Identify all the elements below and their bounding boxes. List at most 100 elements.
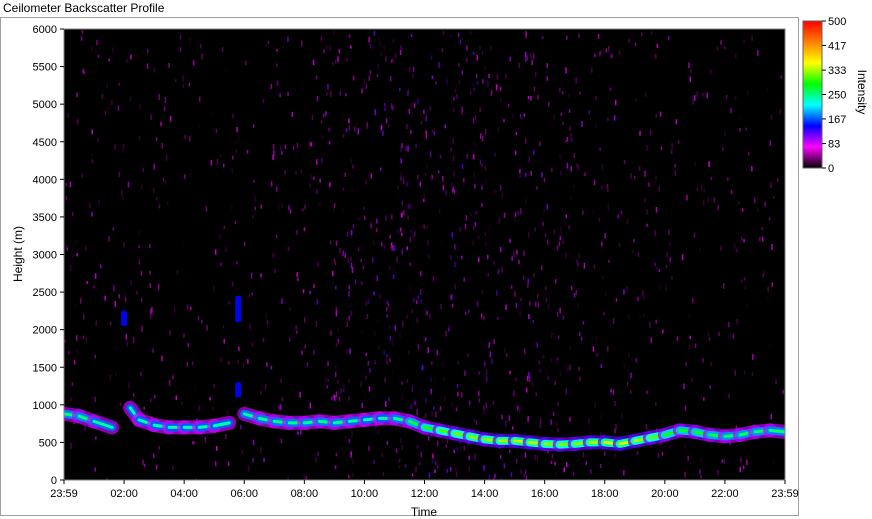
noise-speck — [547, 375, 549, 380]
noise-speck — [665, 252, 667, 257]
noise-speck — [192, 60, 195, 66]
noise-speck — [209, 397, 211, 401]
noise-speck — [765, 214, 768, 218]
noise-speck — [477, 235, 480, 240]
noise-speck — [141, 184, 143, 190]
noise-speck — [551, 168, 553, 172]
noise-speck — [414, 231, 416, 237]
noise-speck — [487, 227, 489, 233]
noise-speck — [588, 419, 590, 425]
noise-speck — [773, 195, 775, 199]
noise-speck — [328, 127, 330, 132]
noise-speck — [138, 135, 141, 141]
noise-speck — [182, 84, 184, 88]
noise-speck — [332, 207, 335, 212]
noise-speck — [717, 205, 719, 211]
noise-speck — [118, 171, 120, 178]
noise-speck — [514, 212, 517, 218]
noise-speck — [779, 108, 782, 115]
noise-speck — [428, 472, 431, 479]
noise-speck — [563, 467, 566, 473]
noise-speck — [481, 313, 483, 318]
noise-speck — [728, 322, 730, 328]
noise-speck — [437, 464, 439, 469]
noise-speck — [608, 318, 611, 324]
noise-speck — [665, 284, 667, 291]
noise-speck — [527, 95, 530, 100]
noise-speck — [149, 270, 151, 275]
noise-speck — [565, 388, 568, 395]
noise-speck — [386, 440, 389, 445]
noise-speck — [701, 312, 703, 316]
noise-speck — [352, 224, 355, 229]
noise-speck — [240, 424, 242, 430]
noise-speck — [415, 144, 417, 148]
noise-speck — [438, 62, 440, 68]
noise-speck — [545, 69, 548, 75]
noise-speck — [262, 338, 265, 342]
noise-speck — [524, 351, 526, 356]
noise-speck — [406, 314, 408, 320]
noise-speck — [265, 44, 267, 49]
noise-speck — [562, 315, 565, 320]
noise-speck — [593, 180, 596, 186]
noise-speck — [649, 129, 652, 136]
noise-speck — [400, 146, 403, 153]
noise-speck — [82, 335, 85, 340]
noise-speck — [604, 451, 606, 457]
noise-speck — [492, 74, 494, 79]
noise-speck — [361, 329, 364, 333]
noise-speck — [483, 405, 485, 410]
noise-speck — [639, 60, 641, 65]
noise-speck — [582, 451, 585, 458]
noise-speck — [741, 208, 744, 212]
noise-speck — [621, 413, 623, 419]
noise-speck — [83, 314, 85, 320]
noise-speck — [658, 283, 661, 290]
noise-speck — [533, 273, 535, 278]
noise-speck — [494, 473, 496, 479]
noise-speck — [320, 158, 323, 163]
noise-speck — [337, 338, 340, 344]
noise-speck — [219, 153, 222, 158]
noise-speck — [342, 250, 344, 256]
noise-speck — [114, 301, 117, 307]
noise-speck — [374, 360, 376, 365]
noise-speck — [352, 164, 354, 169]
noise-speck — [400, 171, 402, 177]
noise-speck — [373, 30, 376, 36]
noise-speck — [122, 143, 125, 149]
noise-speck — [391, 214, 393, 220]
noise-speck — [639, 130, 641, 136]
noise-speck — [474, 222, 477, 227]
noise-speck — [709, 69, 712, 75]
noise-speck — [541, 35, 544, 40]
noise-speck — [168, 380, 171, 386]
noise-speck — [386, 307, 388, 311]
noise-speck — [525, 475, 528, 480]
noise-speck — [311, 115, 314, 121]
noise-speck — [478, 390, 480, 396]
noise-speck — [436, 349, 439, 356]
noise-speck — [585, 461, 587, 465]
noise-speck — [552, 412, 555, 417]
noise-speck — [223, 339, 225, 344]
noise-speck — [372, 45, 374, 51]
noise-speck — [461, 163, 464, 170]
noise-speck — [406, 181, 409, 187]
noise-speck — [279, 93, 281, 97]
noise-speck — [319, 201, 321, 206]
noise-speck — [179, 47, 182, 52]
noise-speck — [559, 376, 562, 380]
noise-speck — [386, 314, 388, 318]
noise-speck — [441, 361, 443, 367]
noise-speck — [523, 473, 525, 478]
noise-speck — [481, 203, 483, 208]
noise-speck — [722, 147, 724, 152]
noise-speck — [400, 438, 402, 443]
noise-speck — [525, 31, 527, 36]
noise-speck — [206, 324, 208, 331]
noise-speck — [276, 48, 278, 52]
noise-speck — [716, 46, 719, 51]
noise-speck — [499, 97, 502, 103]
